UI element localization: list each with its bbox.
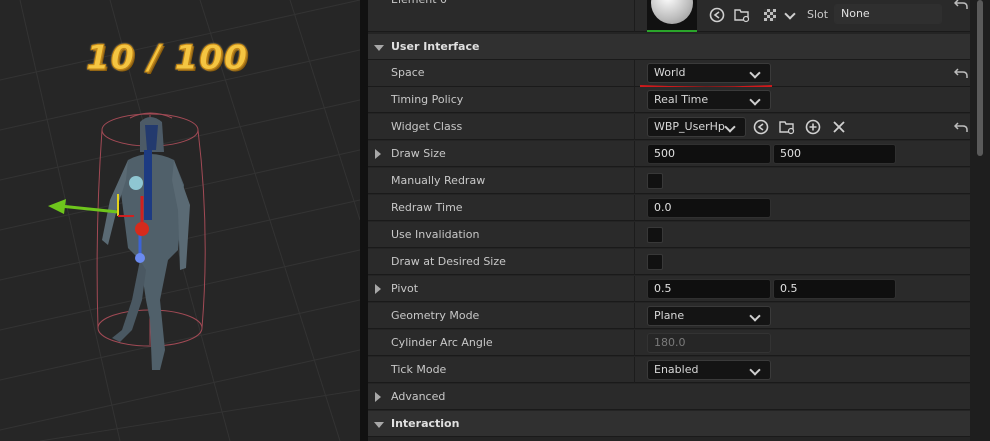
level-viewport[interactable]: 10 / 100 (0, 0, 360, 441)
column-divider (634, 303, 635, 329)
property-draw-size: Draw Size 500 500 (368, 141, 970, 167)
details-panel: Element 0 Slot None User Inte (368, 0, 990, 441)
property-label: Geometry Mode (391, 309, 480, 322)
reset-to-default-icon[interactable] (954, 0, 968, 11)
property-label: Draw Size (391, 147, 446, 160)
expand-arrow-icon[interactable] (375, 284, 381, 294)
geometry-mode-dropdown[interactable]: Plane (647, 306, 771, 326)
property-tick-mode: Tick Mode Enabled (368, 357, 970, 383)
slot-name-field[interactable]: None (834, 4, 942, 24)
column-divider (634, 141, 635, 167)
browse-folder-icon[interactable] (733, 6, 751, 24)
chevron-down-icon[interactable] (784, 8, 796, 20)
property-label: Cylinder Arc Angle (391, 336, 493, 349)
chevron-down-icon (749, 67, 761, 79)
reset-to-default-icon[interactable] (954, 120, 968, 134)
cylinder-arc-angle-field: 180.0 (647, 333, 771, 353)
property-label: Manually Redraw (391, 174, 486, 187)
property-redraw-time: Redraw Time 0.0 (368, 195, 970, 221)
column-divider (634, 168, 635, 194)
property-use-invalidation: Use Invalidation (368, 222, 970, 248)
material-thumbnail[interactable] (647, 0, 697, 32)
element-0-label: Element 0 (391, 0, 447, 13)
column-divider (634, 87, 635, 113)
hp-widget-text: 10 / 100 (85, 38, 249, 79)
space-dropdown[interactable]: World (647, 63, 771, 83)
property-pivot: Pivot 0.5 0.5 (368, 276, 970, 302)
column-divider (634, 249, 635, 275)
property-label: Pivot (391, 282, 419, 295)
property-space: Space World (368, 60, 970, 87)
browse-to-asset-icon[interactable] (708, 6, 726, 24)
property-label: Use Invalidation (391, 228, 480, 241)
chevron-down-icon (724, 121, 736, 133)
clear-icon[interactable] (830, 118, 848, 136)
property-label: Widget Class (391, 120, 463, 133)
browse-folder-icon[interactable] (778, 118, 796, 136)
create-new-icon[interactable] (804, 118, 822, 136)
timing-policy-dropdown[interactable]: Real Time (647, 90, 771, 110)
chevron-down-icon (749, 94, 761, 106)
column-divider (634, 330, 635, 356)
property-widget-class: Widget Class WBP_UserHp (368, 114, 970, 140)
column-divider (634, 114, 635, 140)
checker-material-icon[interactable] (761, 6, 779, 24)
scrollbar-thumb[interactable] (977, 0, 983, 156)
tick-mode-value: Enabled (654, 363, 699, 376)
category-label: Interaction (391, 417, 460, 430)
property-cylinder-arc-angle: Cylinder Arc Angle 180.0 (368, 330, 970, 356)
slot-label: Slot (807, 8, 829, 21)
property-draw-at-desired-size: Draw at Desired Size (368, 249, 970, 275)
column-divider (634, 60, 635, 86)
category-interaction[interactable]: Interaction (368, 411, 970, 437)
panel-splitter[interactable] (360, 0, 368, 441)
use-invalidation-checkbox[interactable] (647, 227, 663, 243)
column-divider (634, 276, 635, 302)
geometry-mode-value: Plane (654, 309, 685, 322)
category-label: Advanced (391, 390, 446, 403)
pivot-x-field[interactable]: 0.5 (647, 279, 771, 299)
draw-size-x-field[interactable]: 500 (647, 144, 771, 164)
property-label: Draw at Desired Size (391, 255, 506, 268)
browse-to-asset-icon[interactable] (752, 118, 770, 136)
property-label: Redraw Time (391, 201, 463, 214)
column-divider (634, 357, 635, 383)
widget-class-value: WBP_UserHp (654, 120, 725, 133)
property-label: Space (391, 66, 425, 79)
manually-redraw-checkbox[interactable] (647, 173, 663, 189)
property-timing-policy: Timing Policy Real Time (368, 87, 970, 113)
property-manually-redraw: Manually Redraw (368, 168, 970, 194)
space-value: World (654, 66, 686, 79)
expand-arrow-icon[interactable] (374, 45, 384, 51)
column-divider (634, 0, 635, 32)
chevron-down-icon (749, 310, 761, 322)
expand-arrow-icon[interactable] (375, 149, 381, 159)
draw-size-y-field[interactable]: 500 (773, 144, 896, 164)
category-user-interface[interactable]: User Interface (368, 34, 970, 60)
expand-arrow-icon[interactable] (375, 392, 381, 402)
expand-arrow-icon[interactable] (374, 422, 384, 428)
timing-policy-value: Real Time (654, 93, 709, 106)
chevron-down-icon (749, 364, 761, 376)
tick-mode-dropdown[interactable]: Enabled (647, 360, 771, 380)
property-label: Tick Mode (391, 363, 447, 376)
column-divider (634, 222, 635, 248)
details-scrollbar[interactable] (970, 0, 990, 441)
element-0-row: Element 0 Slot None (368, 0, 970, 32)
property-geometry-mode: Geometry Mode Plane (368, 303, 970, 329)
property-label: Timing Policy (391, 93, 464, 106)
pivot-y-field[interactable]: 0.5 (773, 279, 896, 299)
category-label: User Interface (391, 40, 480, 53)
widget-class-dropdown[interactable]: WBP_UserHp (647, 117, 746, 137)
reset-to-default-icon[interactable] (954, 66, 968, 80)
draw-at-desired-size-checkbox[interactable] (647, 254, 663, 270)
category-advanced[interactable]: Advanced (368, 384, 970, 410)
column-divider (634, 195, 635, 221)
redraw-time-field[interactable]: 0.0 (647, 198, 771, 218)
